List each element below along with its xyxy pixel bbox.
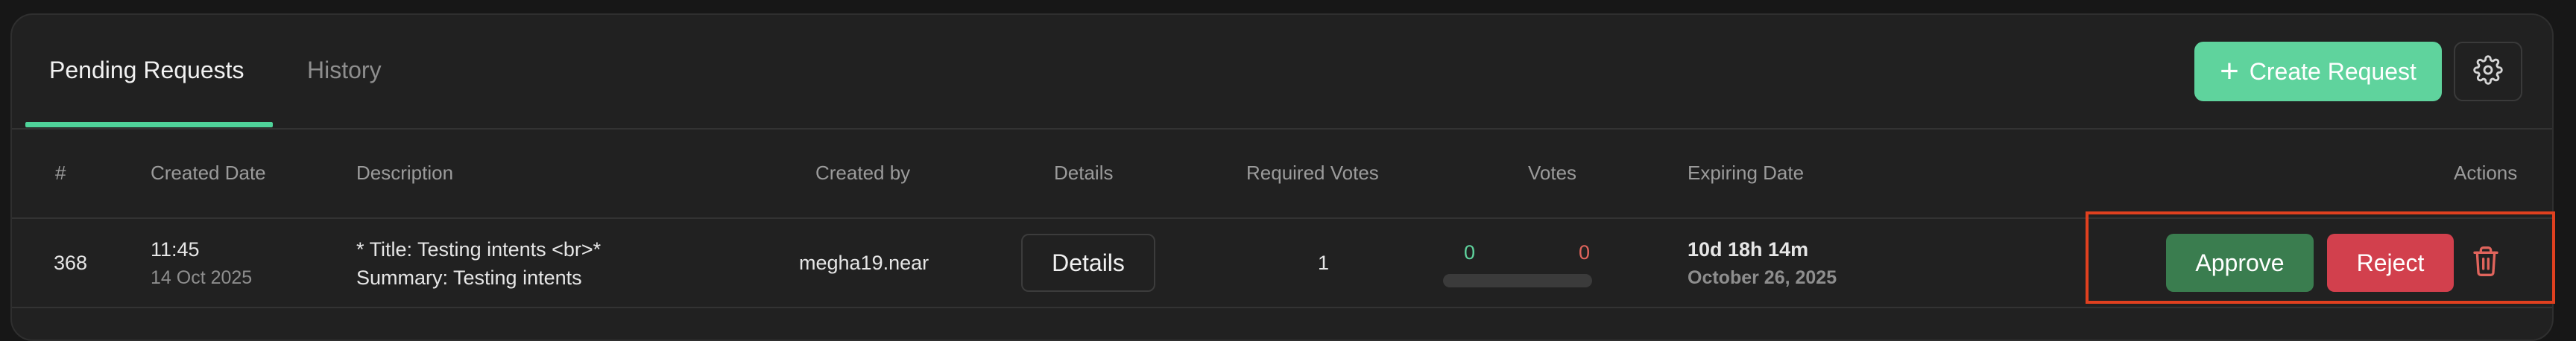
header-details: Details	[1054, 162, 1114, 184]
table-header: # Created Date Description Created by De…	[12, 130, 2552, 219]
header-required-votes: Required Votes	[1246, 162, 1379, 184]
table-row: 368 11:45 14 Oct 2025 * Title: Testing i…	[12, 219, 2552, 308]
approve-button[interactable]: Approve	[2166, 234, 2314, 292]
header-created-by: Created by	[815, 162, 911, 184]
row-created-by: megha19.near	[799, 252, 929, 274]
trash-icon	[2471, 245, 2501, 281]
votes-against-count: 0	[1579, 241, 1591, 264]
plus-icon: +	[2220, 53, 2239, 89]
active-tab-indicator	[25, 122, 273, 127]
header-id: #	[55, 162, 66, 184]
votes-for-count: 0	[1464, 241, 1476, 264]
header-created-date: Created Date	[151, 162, 266, 184]
header-actions: Actions	[2454, 162, 2518, 184]
panel-header: Pending Requests History + Create Reques…	[12, 15, 2552, 130]
tab-history[interactable]: History	[307, 55, 382, 85]
votes-progress-bar	[1443, 274, 1592, 287]
settings-button[interactable]	[2454, 42, 2522, 101]
create-request-button[interactable]: + Create Request	[2194, 42, 2442, 101]
gear-icon	[2473, 54, 2503, 89]
create-request-label: Create Request	[2249, 57, 2416, 85]
details-button[interactable]: Details	[1021, 234, 1155, 292]
header-expiring-date: Expiring Date	[1688, 162, 1805, 184]
requests-panel: Pending Requests History + Create Reques…	[10, 13, 2554, 341]
reject-button[interactable]: Reject	[2327, 234, 2454, 292]
row-required-votes: 1	[1318, 252, 1330, 274]
header-votes: Votes	[1528, 162, 1577, 184]
header-description: Description	[356, 162, 454, 184]
row-expiring-date: October 26, 2025	[1688, 267, 1837, 288]
row-description-title: * Title: Testing intents <br>*	[356, 238, 602, 261]
tab-pending-requests[interactable]: Pending Requests	[49, 55, 244, 85]
row-id: 368	[54, 252, 88, 274]
row-description-summary: Summary: Testing intents	[356, 267, 582, 289]
row-expiring-relative: 10d 18h 14m	[1688, 238, 1809, 261]
row-created-time: 11:45	[151, 238, 200, 261]
delete-button[interactable]	[2464, 241, 2507, 284]
row-created-date: 14 Oct 2025	[151, 267, 253, 288]
